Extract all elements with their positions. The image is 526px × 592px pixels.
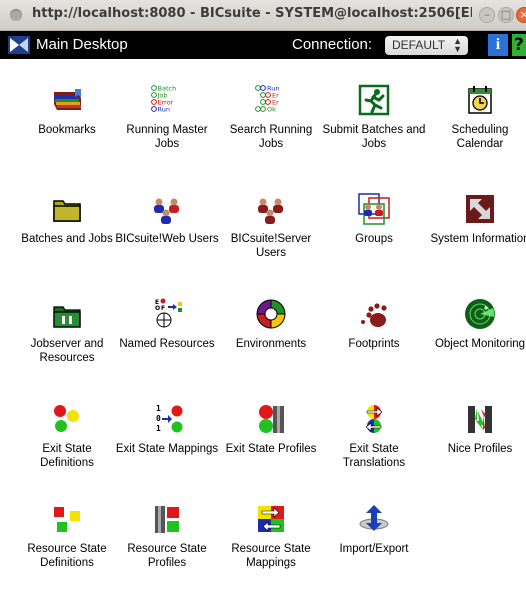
desktop-item-resource-state-mappings[interactable]: Resource State Mappings [219, 503, 323, 570]
icon-text-0: 0 [156, 414, 161, 423]
desktop-item-label: Jobserver and Resources [30, 338, 104, 364]
window-title: http://localhost:8080 - BICsuite - SYSTE… [32, 6, 472, 21]
desktop-item-label: Groups [355, 233, 393, 245]
desktop-item-label: Resource State Definitions [27, 543, 107, 569]
folder-icon [53, 200, 81, 222]
desktop-item-resource-state-profiles[interactable]: Resource State Profiles [115, 503, 219, 570]
desktop-item-label: Exit State Translations [342, 443, 406, 469]
desktop-item-label: Submit Batches and Jobs [322, 124, 426, 150]
help-button[interactable]: ? [512, 34, 526, 56]
desktop-item-web-users[interactable]: BICsuite!Web Users [115, 193, 219, 246]
desktop-item-label: Running Master Jobs [126, 124, 208, 150]
desktop-item-label: Resource State Profiles [127, 543, 207, 569]
desktop-item-label: Scheduling Calendar [451, 124, 509, 150]
desktop-icon-grid: Bookmarks Batch Job Error Run Running Ma… [0, 59, 526, 592]
chevron-updown-icon: ▲ ▼ [453, 36, 462, 54]
window-titlebar[interactable]: http://localhost:8080 - BICsuite - SYSTE… [0, 0, 526, 31]
window-menu-icon[interactable] [10, 9, 22, 21]
desktop-item-jobserver[interactable]: Jobserver and Resources [15, 298, 119, 365]
desktop-item-search-running-jobs[interactable]: Run Er Er Ok Search Running Jobs [219, 84, 323, 151]
main-toolbar: Main Desktop Connection: DEFAULT ▲ ▼ i ? [0, 31, 526, 59]
calendar-icon [468, 86, 492, 114]
system-info-icon [466, 195, 494, 223]
toolbar-title: Main Desktop [36, 36, 128, 53]
connection-select-value: DEFAULT [392, 38, 446, 52]
desktop-item-label: System Information [430, 233, 526, 245]
desktop-item-label: Environments [235, 338, 307, 350]
connection-label: Connection: [292, 36, 373, 53]
icon-text-1: 1 [156, 404, 161, 413]
submit-icon [358, 84, 390, 116]
icon-text-run: Run [158, 106, 170, 114]
desktop-item-resource-state-definitions[interactable]: Resource State Definitions [15, 503, 119, 570]
desktop-item-label: Nice Profiles [447, 443, 513, 455]
desktop-item-label: Resource State Mappings [231, 543, 311, 569]
running-master-jobs-icon: Batch Job Error Run [151, 85, 176, 114]
desktop-item-label: Exit State Mappings [115, 443, 219, 455]
icon-text-f: F [161, 305, 165, 312]
minimize-button[interactable]: – [479, 7, 495, 23]
desktop-item-label: Exit State Definitions [40, 443, 94, 469]
desktop-item-nice-profiles[interactable]: Nice Profiles [428, 403, 526, 456]
desktop-item-named-resources[interactable]: E O F Named Resources [115, 298, 219, 351]
exit-state-definitions-icon [54, 405, 79, 432]
app-logo-icon [8, 36, 30, 54]
desktop-item-environments[interactable]: Environments [219, 298, 323, 351]
environments-icon [256, 299, 286, 329]
desktop-item-label: Bookmarks [38, 124, 96, 136]
server-users-icon [258, 198, 283, 224]
named-resources-icon: E O F [155, 298, 182, 328]
desktop-item-label: Footprints [348, 338, 400, 350]
maximize-button[interactable]: □ [498, 7, 514, 23]
desktop-item-label: Exit State Profiles [225, 443, 317, 455]
desktop-item-batches-and-jobs[interactable]: Batches and Jobs [15, 193, 119, 246]
jobserver-icon [53, 306, 81, 328]
resource-state-mappings-icon [258, 506, 284, 532]
desktop-item-label: Object Monitoring [434, 338, 526, 350]
resource-state-profiles-icon [155, 506, 179, 533]
desktop-item-label: Search Running Jobs [229, 124, 313, 150]
desktop-item-label: BICsuite!Web Users [115, 233, 219, 245]
exit-state-translations-icon [365, 405, 383, 433]
desktop-item-bookmarks[interactable]: Bookmarks [15, 84, 119, 137]
footprints-icon [361, 303, 387, 327]
desktop-item-object-monitoring[interactable]: Object Monitoring [428, 298, 526, 351]
desktop-item-label: BICsuite!Server Users [230, 233, 312, 259]
desktop-item-system-information[interactable]: System Information [428, 193, 526, 246]
desktop-item-server-users[interactable]: BICsuite!Server Users [219, 193, 323, 260]
groups-icon [358, 193, 390, 225]
exit-state-profiles-icon [259, 405, 284, 433]
desktop-item-label: Named Resources [119, 338, 215, 350]
search-running-jobs-icon: Run Er Er Ok [255, 85, 279, 114]
desktop-item-scheduling-calendar[interactable]: Scheduling Calendar [428, 84, 526, 151]
desktop-item-running-master-jobs[interactable]: Batch Job Error Run Running Master Jobs [115, 84, 219, 151]
radar-icon [465, 299, 495, 329]
desktop-item-label: Import/Export [339, 543, 409, 555]
icon-text-o: O [155, 305, 160, 312]
desktop-item-exit-state-profiles[interactable]: Exit State Profiles [219, 403, 323, 456]
icon-text-1: 1 [156, 424, 161, 433]
desktop-item-exit-state-translations[interactable]: Exit State Translations [322, 403, 426, 470]
desktop-item-groups[interactable]: Groups [322, 193, 426, 246]
desktop-item-submit[interactable]: Submit Batches and Jobs [322, 84, 426, 151]
desktop-item-exit-state-mappings[interactable]: 1 0 1 Exit State Mappings [115, 403, 219, 456]
connection-select[interactable]: DEFAULT ▲ ▼ [385, 36, 468, 55]
desktop-item-exit-state-definitions[interactable]: Exit State Definitions [15, 403, 119, 470]
bookmarks-icon [54, 89, 81, 110]
resource-state-definitions-icon [54, 507, 80, 532]
exit-state-mappings-icon: 1 0 1 [156, 404, 183, 433]
icon-text-ok: Ok [267, 106, 276, 114]
desktop-item-footprints[interactable]: Footprints [322, 298, 426, 351]
close-button[interactable]: × [516, 7, 526, 23]
import-export-icon [359, 505, 389, 531]
info-button[interactable]: i [488, 34, 508, 56]
web-users-icon [154, 198, 179, 224]
desktop-item-import-export[interactable]: Import/Export [322, 503, 426, 556]
nice-profiles-icon [468, 406, 492, 433]
desktop-item-label: Batches and Jobs [21, 233, 113, 245]
